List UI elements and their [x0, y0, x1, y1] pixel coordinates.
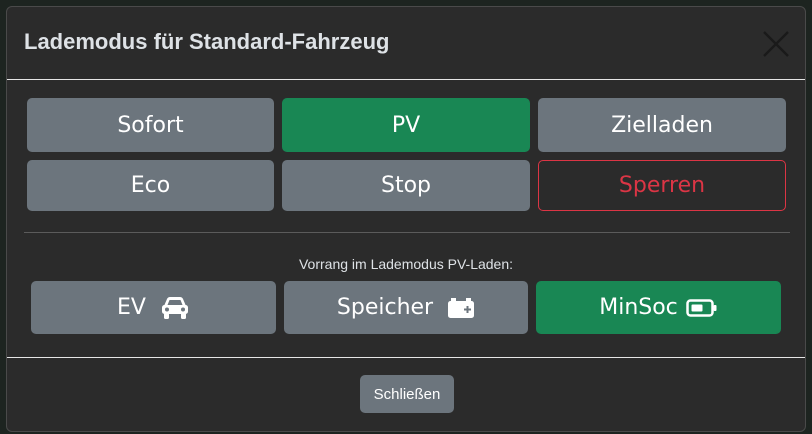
mode-stop-button[interactable]: Stop — [282, 160, 530, 211]
mode-sofort-label: Sofort — [117, 112, 184, 138]
battery-plus-icon — [447, 297, 475, 319]
mode-stop-label: Stop — [380, 173, 431, 198]
mode-sperren-label: Sperren — [618, 173, 706, 198]
mode-zielladen-label: Zielladen — [611, 112, 713, 138]
close-footer-button[interactable]: Schließen — [360, 375, 454, 413]
mode-eco-button[interactable]: Eco — [27, 160, 274, 211]
priority-speicher-button[interactable]: Speicher — [284, 281, 528, 334]
mode-pv-label: PV — [391, 112, 421, 138]
close-button[interactable] — [761, 29, 791, 59]
priority-minsoc-button[interactable]: MinSoc — [536, 281, 781, 334]
modal-header: Lademodus für Standard-Fahrzeug — [7, 7, 805, 80]
close-icon — [761, 29, 791, 59]
priority-label: Vorrang im Lademodus PV-Laden: — [298, 256, 514, 272]
section-divider — [24, 232, 790, 233]
priority-ev-button[interactable]: EV — [31, 281, 276, 334]
mode-sperren-button[interactable]: Sperren — [538, 160, 786, 211]
charge-mode-modal: Lademodus für Standard-Fahrzeug Sofort P… — [6, 6, 806, 432]
modal-title: Lademodus für Standard-Fahrzeug — [24, 29, 390, 54]
mode-pv-button[interactable]: PV — [282, 98, 530, 152]
mode-sofort-button[interactable]: Sofort — [27, 98, 274, 152]
close-footer-label: Schließen — [373, 385, 441, 403]
mode-zielladen-button[interactable]: Zielladen — [538, 98, 786, 152]
priority-ev-label: EV — [117, 295, 146, 320]
modal-footer-divider — [7, 357, 805, 358]
car-icon — [160, 296, 190, 320]
battery-half-icon — [686, 298, 718, 317]
priority-speicher-label: Speicher — [336, 295, 434, 320]
priority-minsoc-label: MinSoc — [599, 295, 678, 320]
mode-eco-label: Eco — [130, 173, 171, 198]
